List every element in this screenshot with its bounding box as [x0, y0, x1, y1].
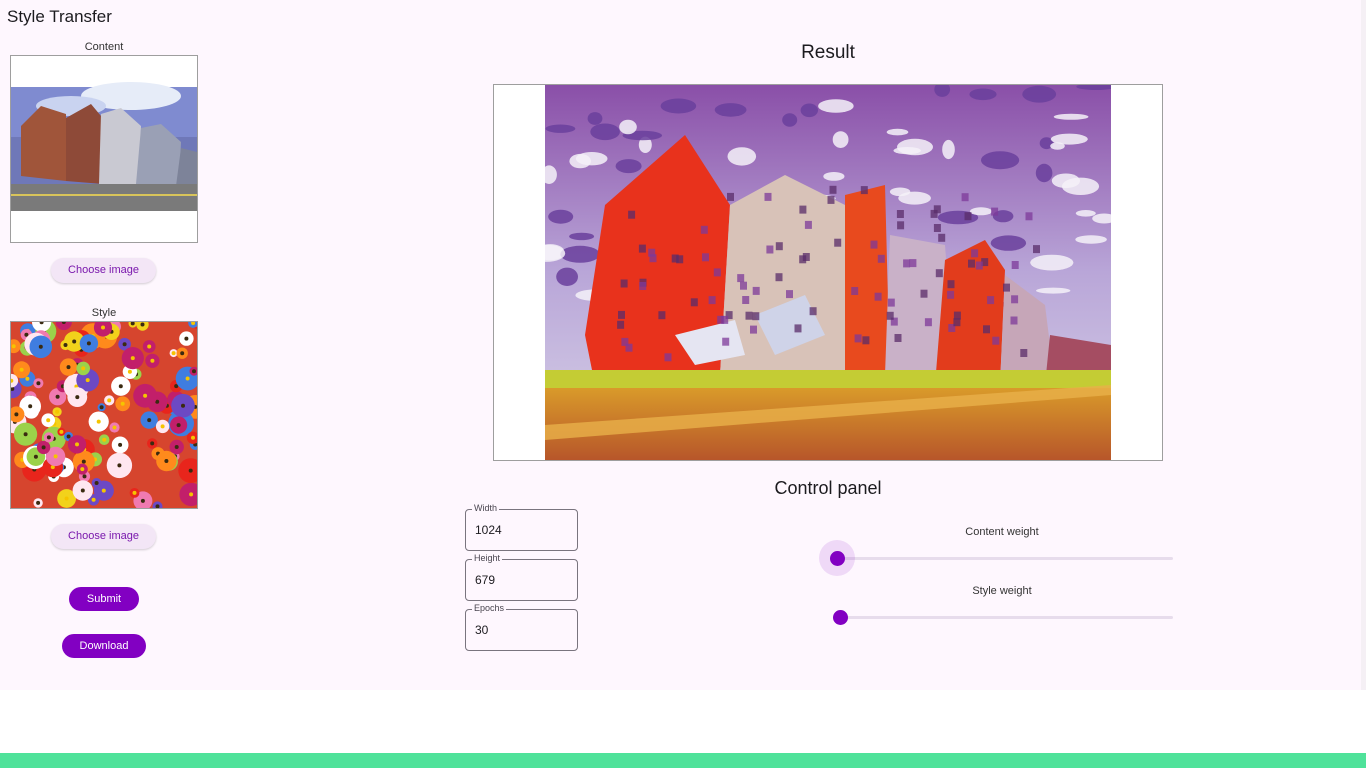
content-weight-thumb[interactable] [830, 551, 845, 566]
style-image-frame [10, 321, 198, 509]
width-value: 1024 [475, 523, 502, 537]
submit-button[interactable]: Submit [69, 587, 139, 611]
content-weight-label: Content weight [965, 526, 1039, 538]
style-image [11, 322, 197, 508]
content-image-frame [10, 55, 198, 243]
result-title: Result [801, 42, 855, 63]
result-image-frame [493, 84, 1163, 461]
style-label: Style [91, 307, 117, 319]
app-container: Style Transfer Content Choose image Styl… [0, 0, 1366, 690]
choose-content-image-button[interactable]: Choose image [51, 258, 156, 283]
control-panel-title: Control panel [774, 478, 882, 498]
width-field[interactable]: Width 1024 [465, 503, 578, 551]
height-value: 679 [475, 573, 496, 587]
epochs-field[interactable]: Epochs 30 [465, 603, 578, 651]
result-image [545, 85, 1111, 460]
height-field[interactable]: Height 679 [465, 553, 578, 601]
content-image [11, 82, 197, 211]
choose-style-image-button[interactable]: Choose image [51, 524, 156, 549]
download-button[interactable]: Download [62, 634, 146, 658]
epochs-value: 30 [475, 623, 489, 637]
epochs-label: Epochs [472, 603, 507, 613]
height-label: Height [472, 553, 503, 563]
bottom-bar [0, 753, 1366, 768]
width-label: Width [472, 503, 500, 513]
app-title: Style Transfer [7, 7, 112, 26]
content-weight-slider[interactable] [838, 557, 1173, 560]
style-weight-slider[interactable] [838, 616, 1173, 619]
style-weight-thumb[interactable] [833, 610, 848, 625]
content-label: Content [84, 41, 124, 53]
style-weight-label: Style weight [972, 585, 1032, 597]
scrollbar[interactable] [1361, 0, 1366, 690]
